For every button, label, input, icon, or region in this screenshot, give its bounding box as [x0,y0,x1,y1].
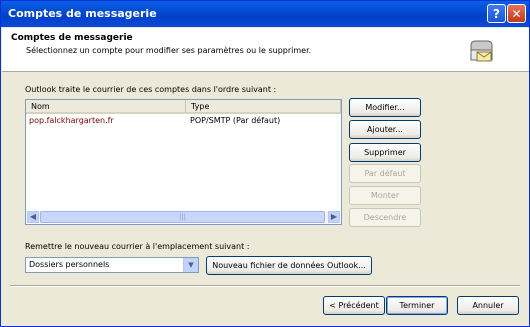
scroll-left-icon[interactable]: ◀ [27,211,39,223]
title-bar[interactable]: Comptes de messagerie ? ✕ [1,1,529,27]
accounts-list[interactable]: Nom Type pop.falckhargarten.fr POP/SMTP … [25,99,342,225]
account-type: POP/SMTP (Par défaut) [190,116,281,125]
set-default-button[interactable]: Par défaut [349,164,421,183]
modify-button[interactable]: Modifier... [349,98,421,117]
scroll-thumb[interactable]: ||| [40,211,325,223]
horizontal-scrollbar[interactable]: ◀ ||| ▶ [27,211,340,223]
remove-button[interactable]: Supprimer [349,143,421,162]
close-icon[interactable]: ✕ [507,4,526,23]
window-title: Comptes de messagerie [8,7,157,20]
chevron-down-icon[interactable]: ▼ [183,258,198,272]
footer-separator [10,285,520,287]
accounts-intro: Outlook traite le courrier de ces compte… [25,85,277,94]
finish-button[interactable]: Terminer [386,296,448,315]
account-name: pop.falckhargarten.fr [29,116,114,125]
new-data-file-button[interactable]: Nouveau fichier de données Outlook... [206,256,372,275]
mailbox-icon [470,40,493,62]
header-subtitle: Sélectionnez un compte pour modifier ses… [26,46,312,55]
help-icon[interactable]: ? [487,4,506,23]
delivery-selected-value: Dossiers personnels [29,260,110,269]
back-button[interactable]: < Précédent [323,296,385,315]
table-row[interactable]: pop.falckhargarten.fr POP/SMTP (Par défa… [26,115,341,127]
dialog-window: Comptes de messagerie ? ✕ Comptes de mes… [0,0,530,327]
cancel-button[interactable]: Annuler [457,296,519,315]
add-button[interactable]: Ajouter... [349,120,421,139]
delivery-location-select[interactable]: Dossiers personnels ▼ [25,257,199,273]
header-panel: Comptes de messagerie Sélectionnez un co… [2,28,529,72]
scroll-right-icon[interactable]: ▶ [328,211,340,223]
header-title: Comptes de messagerie [11,33,133,43]
move-up-button[interactable]: Monter [349,186,421,205]
move-down-button[interactable]: Descendre [349,208,421,227]
column-header-type[interactable]: Type [186,100,341,114]
delivery-label: Remettre le nouveau courrier à l'emplace… [25,242,250,251]
column-header-name[interactable]: Nom [26,100,186,114]
